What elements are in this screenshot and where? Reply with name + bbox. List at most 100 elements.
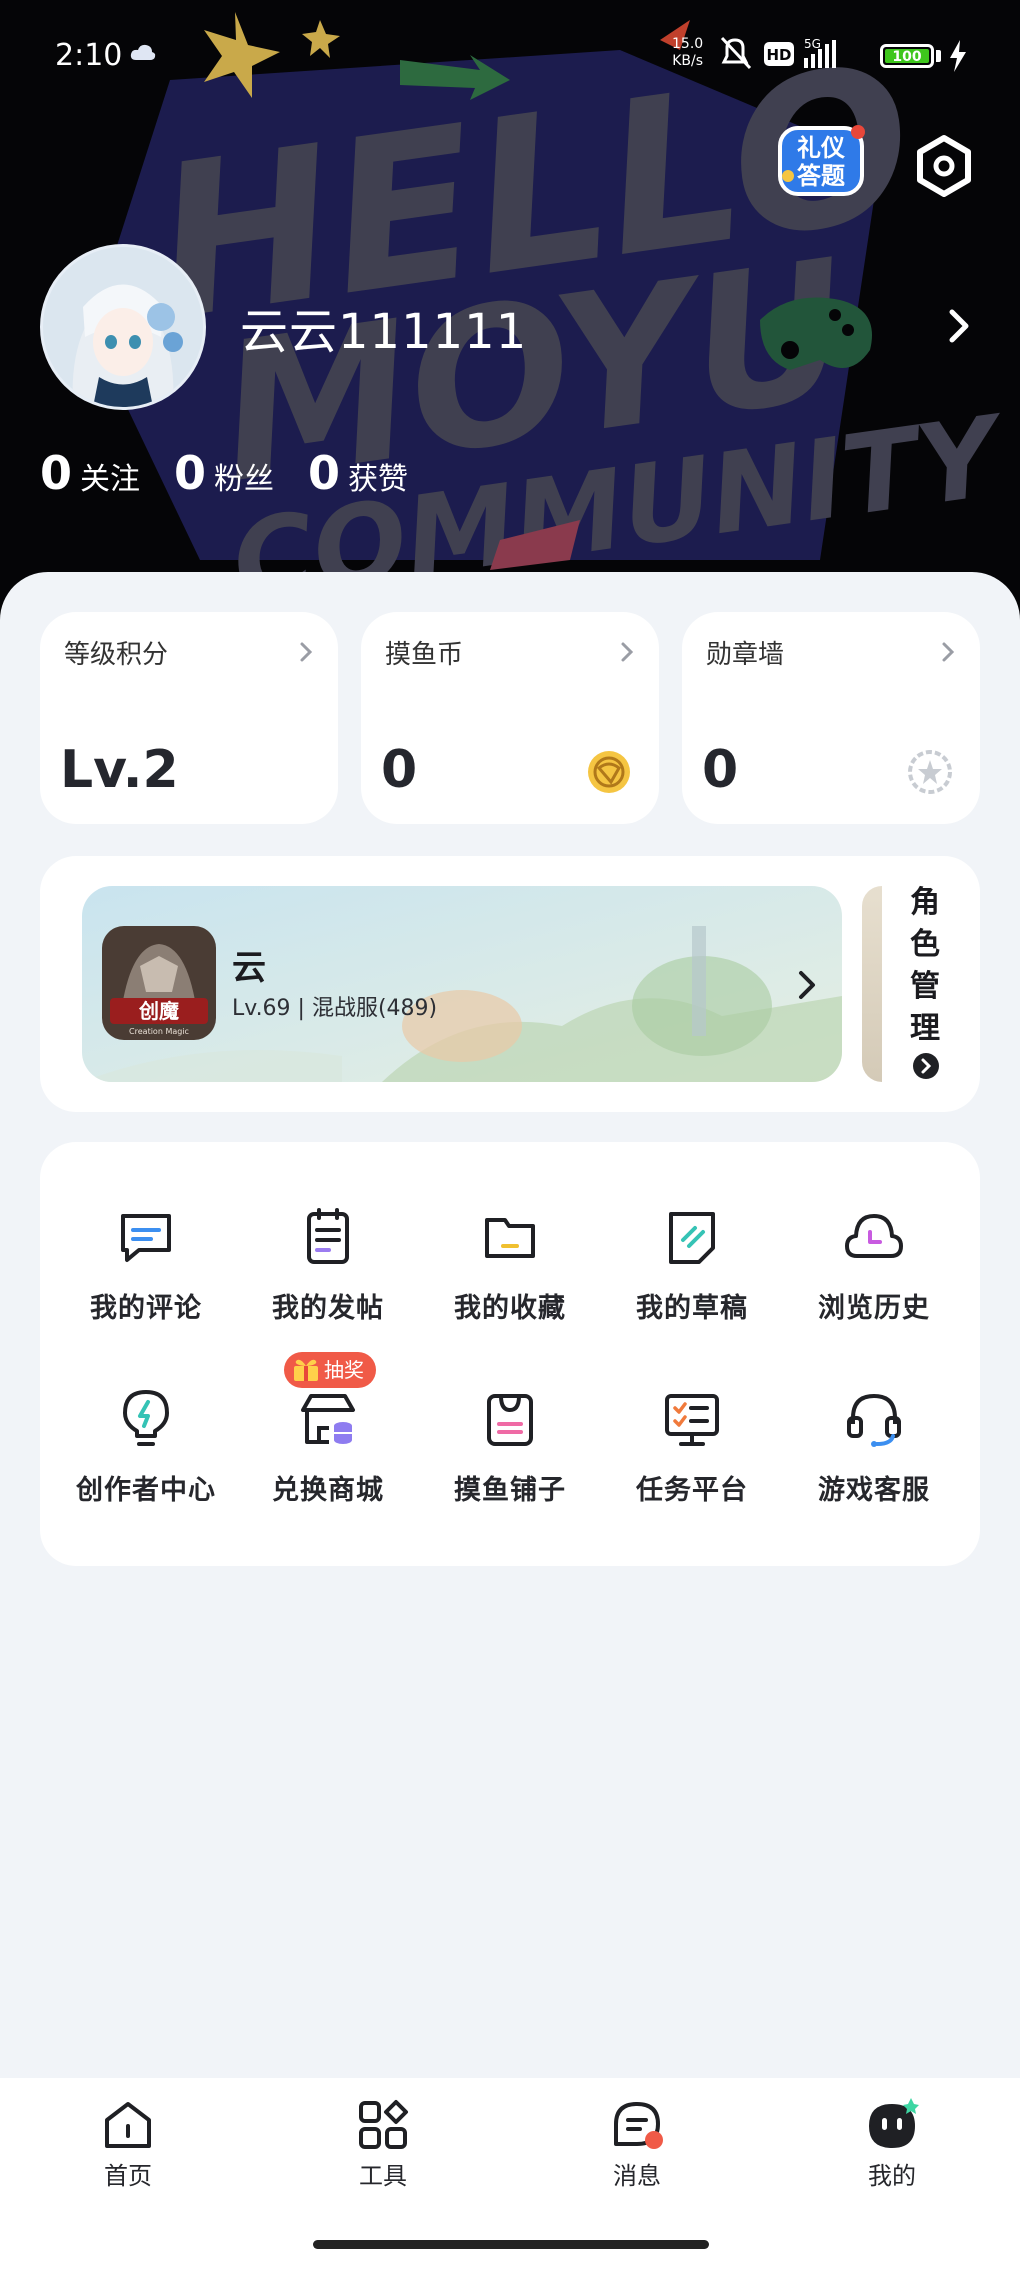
role-level-server: Lv.69 | 混战服(489) [232,996,438,1021]
game-role-card: 创魔 Creation Magic 云 Lv.69 | 混战服(489) 角色管… [40,856,980,1112]
level-points-card[interactable]: 等级积分 Lv.2 [40,612,338,824]
creation-magic-logo: 创魔 Creation Magic [102,926,216,1040]
coin-icon [588,751,630,793]
mine-icon [869,2098,919,2148]
etiquette-quiz-badge[interactable]: 礼仪 答题 [776,118,868,200]
draft-icon [669,1212,715,1264]
menu-label: 摸鱼铺子 [454,1475,566,1506]
tab-mine[interactable]: 我的 [822,2098,962,2191]
medal-wall-card[interactable]: 勋章墙 0 [682,612,980,824]
stat-value: 0 [40,446,73,500]
menu-my-favorites[interactable]: 我的收藏 [416,1206,604,1325]
hd-label: HD [766,46,791,64]
menu-exchange-mall[interactable]: 兑换商城 [234,1388,422,1507]
gift-icon [294,1359,318,1381]
medal-value: 0 [702,740,739,800]
card-title: 勋章墙 [706,640,785,670]
menu-game-support[interactable]: 游戏客服 [780,1388,968,1507]
unread-dot [645,2131,663,2149]
game-logo-subtitle: Creation Magic [129,1027,189,1036]
tab-label: 消息 [613,2162,661,2190]
game-logo: 创魔 Creation Magic [102,926,216,1040]
badge-line-1: 礼仪 [797,134,846,162]
comment-icon [121,1214,171,1262]
stat-value: 0 [308,446,341,500]
menu-task-platform[interactable]: 任务平台 [598,1388,786,1507]
role-name: 云 [232,948,266,988]
network-type: 5G [804,37,821,51]
menu-label: 兑换商城 [272,1475,384,1506]
charging-icon [950,40,966,72]
card-title: 等级积分 [64,640,169,670]
stat-followers[interactable]: 0 粉丝 [174,446,274,500]
menu-my-posts[interactable]: 我的发帖 [234,1206,422,1325]
menu-creator-center[interactable]: 创作者中心 [52,1388,240,1507]
status-bar: 2:10 15.0 KB/s HD 5G 100 [0,20,1020,92]
lottery-badge: 抽奖 [284,1352,376,1388]
menu-label: 任务平台 [636,1475,748,1506]
task-board-icon [665,1394,719,1446]
menu-my-comments[interactable]: 我的评论 [52,1206,240,1325]
coin-value: 0 [381,740,418,800]
network-speed: 15.0 KB/s [672,36,703,70]
menu-label: 我的评论 [90,1293,202,1324]
status-icons: HD 5G [720,36,836,70]
folder-icon [485,1218,535,1258]
stat-label: 粉丝 [214,462,275,497]
username[interactable]: 云云111111 [240,292,527,362]
arrow-circle-right-icon[interactable] [912,1052,940,1080]
avatar[interactable] [40,244,206,410]
tab-messages[interactable]: 消息 [567,2098,707,2191]
cloud-icon [130,44,156,60]
network-speed-value: 15.0 [672,36,704,52]
tools-icon [359,2100,408,2149]
tab-tools[interactable]: 工具 [313,2098,453,2191]
avatar-image [43,247,203,407]
menu-label: 创作者中心 [76,1475,216,1506]
menu-label: 我的发帖 [272,1293,384,1324]
chevron-right-icon [300,642,313,662]
tab-home[interactable]: 首页 [58,2098,198,2191]
stat-label: 关注 [80,462,141,497]
home-icon [105,2102,151,2148]
menu-label: 我的草稿 [636,1293,748,1324]
stat-likes[interactable]: 0 获赞 [308,446,408,500]
profile-stats: 0 关注 0 粉丝 0 获赞 [40,446,408,500]
stat-following[interactable]: 0 关注 [40,446,140,500]
chevron-right-icon [942,642,955,662]
tab-label: 我的 [868,2162,916,2190]
role-banner[interactable]: 创魔 Creation Magic 云 Lv.69 | 混战服(489) [82,886,842,1082]
lottery-badge-label: 抽奖 [324,1358,364,1382]
tab-label: 工具 [359,2162,407,2190]
next-role-peek[interactable] [862,886,882,1082]
network-speed-unit: KB/s [672,53,703,69]
menu-browse-history[interactable]: 浏览历史 [780,1206,968,1325]
settings-hexagon-icon[interactable] [908,130,980,202]
profile-header: HELLO MOYU COMMUNITY 2:10 15.0 KB/s HD 5… [0,0,1020,640]
level-value: Lv.2 [60,740,179,800]
badge-line-2: 答题 [797,162,845,190]
battery-icon: 100 [880,44,934,68]
chevron-right-icon[interactable] [940,302,980,350]
stat-value: 0 [174,446,207,500]
menu-label: 游戏客服 [818,1475,930,1506]
battery-level: 100 [885,49,929,65]
stat-label: 获赞 [348,462,409,497]
menu-label: 浏览历史 [818,1293,930,1324]
card-title: 摸鱼币 [385,640,464,670]
role-management-label[interactable]: 角色管理 [908,882,942,1050]
chevron-right-icon [621,642,634,662]
menu-label: 我的收藏 [454,1293,566,1324]
shop-icon [301,1394,355,1444]
game-logo-title: 创魔 [138,999,179,1023]
post-icon [307,1208,349,1264]
chevron-right-icon [799,971,815,999]
battery-cap [936,50,941,62]
headset-icon [847,1393,901,1447]
moyu-coin-card[interactable]: 摸鱼币 0 [361,612,659,824]
menu-moyu-shop[interactable]: 摸鱼铺子 [416,1388,604,1507]
menu-my-drafts[interactable]: 我的草稿 [598,1206,786,1325]
bag-icon [487,1394,533,1446]
bulb-icon [123,1390,169,1446]
home-indicator[interactable] [313,2240,709,2249]
